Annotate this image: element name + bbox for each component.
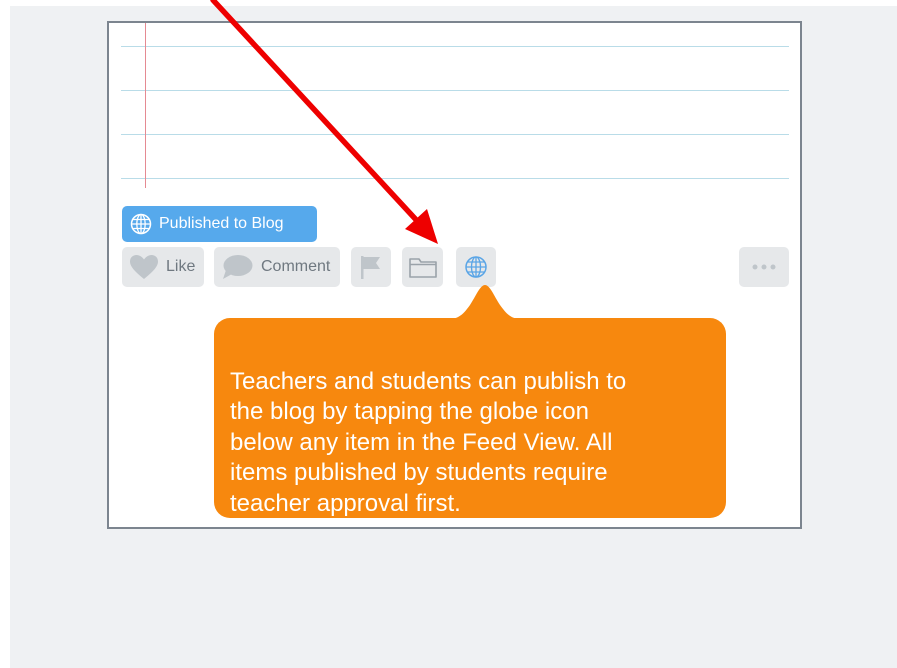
like-label: Like bbox=[166, 258, 196, 275]
flag-button[interactable] bbox=[351, 247, 391, 287]
paper-rule bbox=[121, 134, 789, 135]
folder-icon bbox=[408, 255, 438, 279]
paper-rule bbox=[121, 46, 789, 47]
screen: Published to Blog Like Comment Teachers … bbox=[0, 0, 897, 668]
ellipsis-icon bbox=[751, 263, 777, 271]
published-to-blog-badge: Published to Blog bbox=[122, 206, 317, 242]
paper-margin-line bbox=[145, 23, 146, 188]
globe-icon bbox=[464, 255, 488, 279]
flag-icon bbox=[359, 254, 383, 280]
comment-button[interactable]: Comment bbox=[214, 247, 340, 287]
paper-rule bbox=[121, 178, 789, 179]
paper-rule bbox=[121, 90, 789, 91]
folder-button[interactable] bbox=[402, 247, 443, 287]
publish-to-blog-button[interactable] bbox=[456, 247, 496, 287]
item-action-bar: Like Comment bbox=[122, 247, 790, 287]
tooltip-pointer bbox=[440, 285, 530, 320]
comment-label: Comment bbox=[261, 258, 331, 275]
published-badge-label: Published to Blog bbox=[159, 215, 284, 232]
speech-bubble-icon bbox=[221, 254, 253, 280]
globe-icon bbox=[130, 213, 152, 235]
more-options-button[interactable] bbox=[739, 247, 789, 287]
heart-icon bbox=[129, 254, 159, 280]
lined-paper bbox=[121, 23, 789, 193]
help-tooltip: Teachers and students can publish to the… bbox=[214, 318, 726, 518]
tooltip-text: Teachers and students can publish to the… bbox=[230, 367, 627, 517]
like-button[interactable]: Like bbox=[122, 247, 204, 287]
